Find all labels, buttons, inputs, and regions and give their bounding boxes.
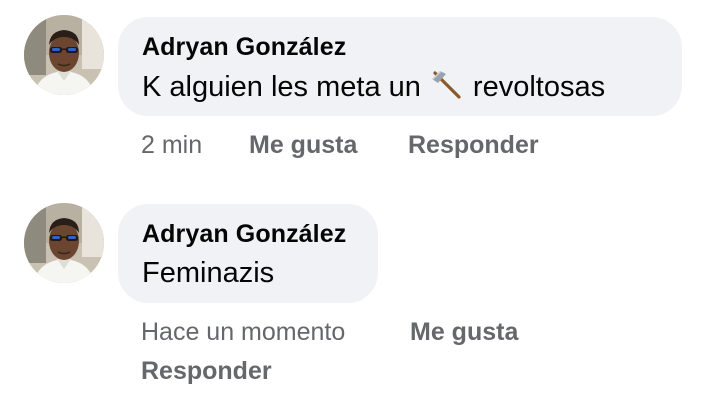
comment-timestamp: 2 min [141, 131, 203, 159]
avatar[interactable] [24, 15, 104, 95]
comment-2: Adryan González Feminazis Hace un moment… [0, 175, 720, 407]
comment-author[interactable]: Adryan González [142, 33, 346, 62]
comment-bubble: Adryan González K alguien les meta un re… [118, 17, 682, 116]
axe-icon [429, 70, 469, 108]
avatar-photo [24, 203, 104, 283]
reply-button[interactable]: Responder [141, 357, 272, 386]
comment-text-after: revoltosas [472, 71, 606, 103]
comment-text: Feminazis [142, 257, 275, 289]
comment-timestamp: Hace un momento [141, 318, 346, 346]
avatar[interactable] [24, 203, 104, 283]
reply-button[interactable]: Responder [408, 131, 539, 160]
avatar-photo [24, 15, 104, 95]
comment-1: Adryan González K alguien les meta un re… [0, 0, 720, 175]
comment-text: K alguien les meta un revoltosas [142, 70, 605, 108]
like-button[interactable]: Me gusta [249, 131, 357, 160]
comment-author[interactable]: Adryan González [142, 220, 346, 249]
comment-text-before: K alguien les meta un [142, 71, 421, 103]
like-button[interactable]: Me gusta [410, 318, 518, 347]
comment-bubble: Adryan González Feminazis [118, 204, 378, 303]
